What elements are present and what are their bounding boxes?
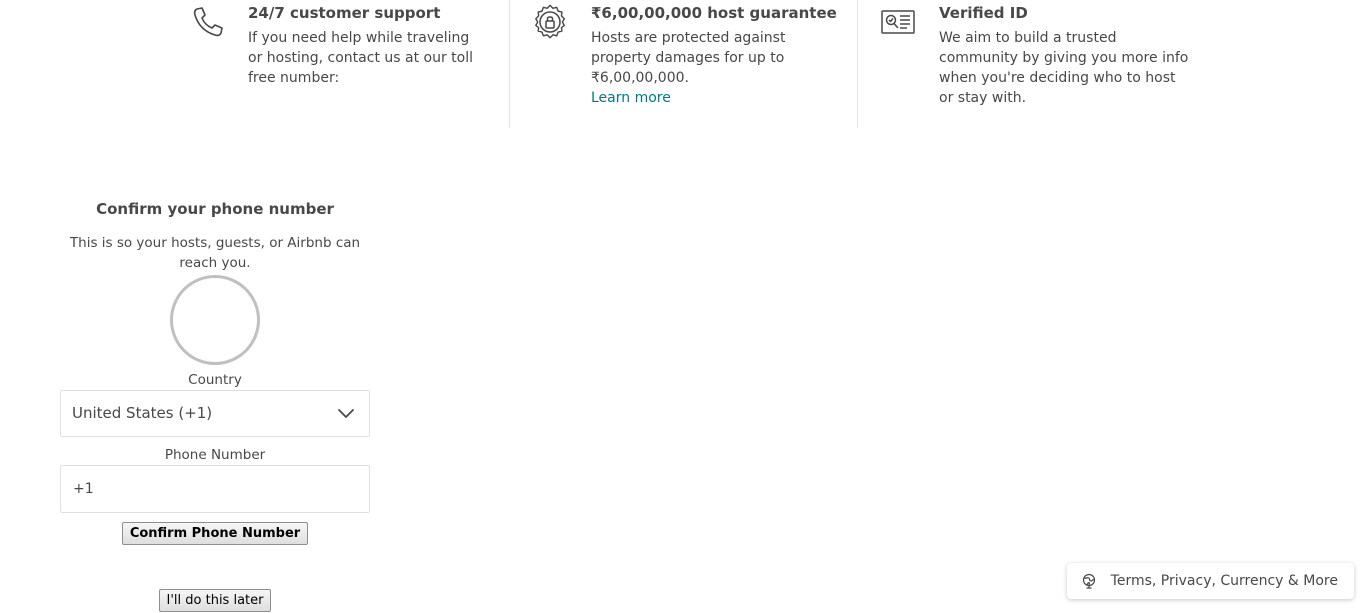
feature-title: Verified ID [939, 4, 1028, 22]
feature-title: 24/7 customer support [248, 4, 441, 22]
do-later-button[interactable]: I'll do this later [158, 589, 272, 612]
phone-icon [190, 4, 226, 40]
feature-title: ₹6,00,00,000 host guarantee [591, 4, 837, 22]
learn-more-link[interactable]: Learn more [591, 90, 671, 106]
feature-customer-support: 24/7 customer support If you need help w… [190, 0, 490, 128]
globe-icon [1081, 573, 1097, 589]
confirm-phone-button[interactable]: Confirm Phone Number [121, 522, 309, 545]
confirm-phone-panel: Confirm your phone number This is so you… [60, 196, 370, 612]
phone-number-input[interactable] [60, 465, 370, 513]
country-select[interactable]: United States (+1) [60, 390, 370, 437]
footer-links-text: Terms, Privacy, Currency & More [1110, 573, 1338, 589]
feature-divider [857, 0, 858, 128]
feature-description: Hosts are protected against property dam… [591, 28, 841, 108]
feature-host-guarantee: ₹6,00,00,000 host guarantee Hosts are pr… [532, 0, 842, 128]
loading-spinner [170, 275, 260, 365]
feature-verified-id: Verified ID We aim to build a trusted co… [880, 0, 1190, 128]
feature-description-text: Hosts are protected against property dam… [591, 30, 786, 86]
country-select-value: United States (+1) [72, 404, 213, 422]
phone-number-label: Phone Number [164, 447, 266, 463]
confirm-phone-title: Confirm your phone number [96, 200, 334, 218]
footer-links-button[interactable]: Terms, Privacy, Currency & More [1066, 563, 1354, 599]
feature-description: We aim to build a trusted community by g… [939, 30, 1189, 106]
id-card-icon [880, 4, 916, 40]
trust-features: 24/7 customer support If you need help w… [0, 0, 1366, 128]
feature-description: If you need help while traveling or host… [248, 30, 473, 86]
chevron-down-icon [337, 406, 355, 422]
country-label: Country [188, 372, 242, 388]
confirm-phone-subtitle: This is so your hosts, guests, or Airbnb… [69, 235, 361, 271]
feature-divider [509, 0, 510, 128]
badge-lock-icon [532, 4, 568, 40]
